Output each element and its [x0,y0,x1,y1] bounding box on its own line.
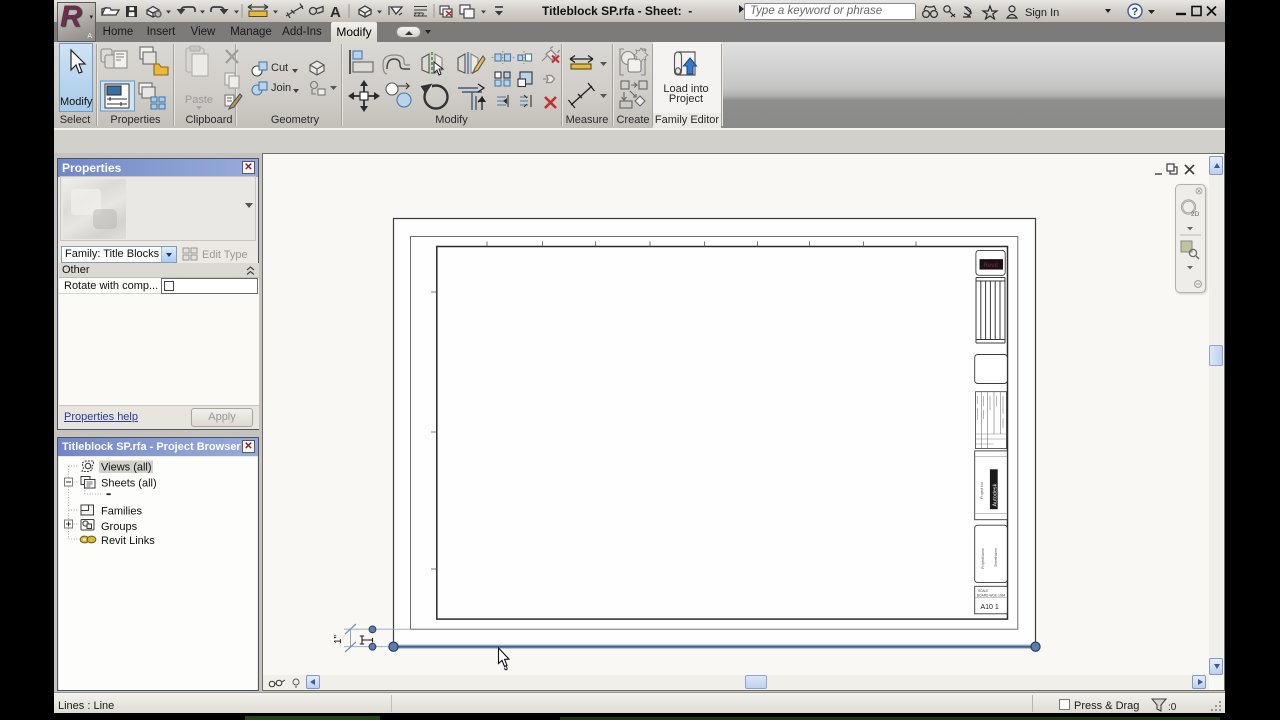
svg-text:Project No: Project No [980,482,984,499]
svg-text:ProjectName: ProjectName [981,548,985,569]
svg-text:Views (all): Views (all) [101,462,152,474]
svg-text:Sheets (all): Sheets (all) [101,478,157,490]
svg-text:2D: 2D [1191,211,1200,218]
svg-text:Revit: Revit [984,263,999,269]
svg-text:Revit Links: Revit Links [101,535,155,547]
svg-text::0: :0 [1168,702,1177,713]
svg-text:Sign In: Sign In [1025,7,1059,19]
svg-text:A: A [330,4,341,21]
svg-text:Autodesk: Autodesk [992,483,998,506]
svg-text:?: ? [1132,6,1139,18]
svg-text:SheetName: SheetName [994,548,998,567]
svg-text:BOARD-WGE-1084: BOARD-WGE-1084 [977,593,1005,597]
svg-text:Families: Families [101,506,142,518]
svg-text:1": 1" [333,634,344,644]
svg-text:A10 1: A10 1 [981,604,999,611]
svg-text:Groups: Groups [101,521,138,533]
